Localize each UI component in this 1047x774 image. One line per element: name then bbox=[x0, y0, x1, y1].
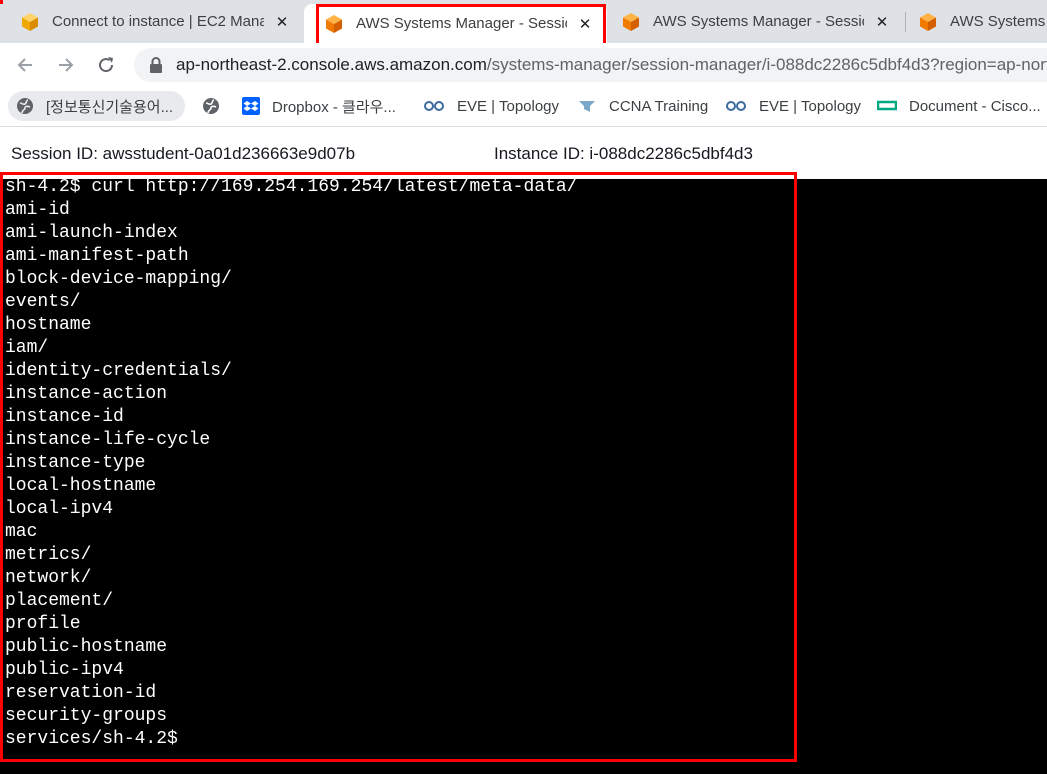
bookmark-ccna-training[interactable]: CCNA Training bbox=[577, 91, 708, 121]
instance-id-label: Instance ID: i-088dc2286c5dbf4d3 bbox=[494, 144, 753, 163]
url-text: ap-northeast-2.console.aws.amazon.com/sy… bbox=[176, 55, 1047, 75]
tab-session-manager-active[interactable]: AWS Systems Manager - Session Manager ✕ bbox=[304, 4, 607, 43]
dropbox-icon bbox=[242, 97, 260, 115]
tab-strip: Connect to instance | EC2 Management Con… bbox=[0, 0, 1047, 46]
terminal-output-line: network/ bbox=[5, 568, 92, 588]
aws-cube-orange-icon bbox=[920, 12, 936, 31]
lock-icon bbox=[150, 57, 162, 73]
tab-systems-manager[interactable]: AWS Systems Manager bbox=[898, 4, 1047, 39]
cisco-icon bbox=[579, 101, 595, 112]
forward-button[interactable] bbox=[53, 52, 79, 78]
bookmarks-bar: [정보통신기술용어... Dropbox - 클라우... EVE | Topo… bbox=[0, 87, 1047, 127]
back-button[interactable] bbox=[12, 52, 38, 78]
arrow-left-icon bbox=[17, 58, 32, 72]
eve-icon bbox=[726, 101, 746, 111]
bookmark-label: Document - Cisco... bbox=[909, 97, 1041, 115]
terminal-output-line: iam/ bbox=[5, 338, 49, 358]
session-info-bar: Session ID: awsstudent-0a01d236663e9d07b… bbox=[0, 128, 1047, 179]
tab-session-manager-2[interactable]: AWS Systems Manager - Session Manager ✕ bbox=[601, 4, 904, 39]
url-host: ap-northeast-2.console.aws.amazon.com bbox=[176, 55, 487, 74]
terminal-output-line: events/ bbox=[5, 292, 81, 312]
terminal-command-line: sh-4.2$ curl http://169.254.169.254/late… bbox=[5, 177, 578, 197]
aws-cube-orange-icon bbox=[623, 12, 639, 31]
tab-title: AWS Systems Manager bbox=[950, 13, 1047, 30]
terminal-output-line: public-ipv4 bbox=[5, 660, 124, 680]
bookmark-cisco-document[interactable]: Document - Cisco... bbox=[877, 91, 1041, 121]
bookmark-eve-topology-1[interactable]: EVE | Topology bbox=[423, 91, 559, 121]
terminal-output-line: ami-id bbox=[5, 200, 70, 220]
terminal-output-line: instance-action bbox=[5, 384, 168, 404]
url-path: /systems-manager/session-manager/i-088dc… bbox=[486, 55, 1047, 74]
tab-ec2-connect[interactable]: Connect to instance | EC2 Management Con… bbox=[0, 4, 304, 39]
terminal-output-line: profile bbox=[5, 614, 81, 634]
browser-toolbar: ap-northeast-2.console.aws.amazon.com/sy… bbox=[0, 43, 1047, 87]
session-id-label: Session ID: awsstudent-0a01d236663e9d07b bbox=[11, 144, 356, 163]
bookmark-globe[interactable] bbox=[202, 91, 232, 121]
arrow-right-icon bbox=[59, 58, 74, 72]
close-tab-icon[interactable]: ✕ bbox=[872, 13, 892, 31]
bookmark-label: Dropbox - 클라우... bbox=[272, 98, 396, 116]
tab-title: Connect to instance | EC2 Management Con… bbox=[52, 13, 264, 30]
terminal-output-line: ami-launch-index bbox=[5, 223, 178, 243]
tab-title: AWS Systems Manager - Session Manager bbox=[653, 13, 864, 30]
bookmark-label: EVE | Topology bbox=[759, 97, 862, 115]
terminal-output-line: placement/ bbox=[5, 591, 114, 611]
close-tab-icon[interactable]: ✕ bbox=[272, 13, 292, 31]
bookmark-label: [정보통신기술용어... bbox=[46, 98, 174, 116]
reload-button[interactable] bbox=[93, 52, 119, 78]
terminal-output: sh-4.2$ curl http://169.254.169.254/late… bbox=[5, 176, 578, 751]
bookmark-dropbox[interactable]: Dropbox - 클라우... bbox=[242, 91, 396, 121]
bookmark-ict-terms[interactable]: [정보통신기술용어... bbox=[8, 91, 186, 121]
terminal-output-line: metrics/ bbox=[5, 545, 92, 565]
hpe-icon bbox=[877, 100, 897, 111]
terminal-output-line: mac bbox=[5, 522, 38, 542]
close-tab-icon[interactable]: ✕ bbox=[575, 15, 595, 33]
terminal-output-line: services/sh-4.2$ bbox=[5, 729, 178, 749]
bookmark-label: CCNA Training bbox=[609, 97, 709, 115]
terminal-output-line: block-device-mapping/ bbox=[5, 269, 232, 289]
aws-cube-yellow-icon bbox=[22, 12, 38, 31]
terminal-output-line: ami-manifest-path bbox=[5, 246, 189, 266]
address-bar[interactable]: ap-northeast-2.console.aws.amazon.com/sy… bbox=[134, 48, 1047, 82]
tab-title: AWS Systems Manager - Session Manager bbox=[356, 15, 567, 32]
bookmark-eve-topology-2[interactable]: EVE | Topology bbox=[725, 91, 861, 121]
terminal-output-line: reservation-id bbox=[5, 683, 157, 703]
terminal-output-line: hostname bbox=[5, 315, 92, 335]
terminal-output-line: instance-id bbox=[5, 407, 124, 427]
terminal-output-line: local-ipv4 bbox=[5, 499, 114, 519]
terminal-output-line: identity-credentials/ bbox=[5, 361, 232, 381]
globe-icon bbox=[203, 98, 219, 114]
eve-icon bbox=[424, 101, 444, 111]
terminal-output-line: local-hostname bbox=[5, 476, 157, 496]
globe-icon bbox=[17, 98, 33, 114]
aws-cube-orange-icon bbox=[326, 14, 342, 33]
terminal-output-line: public-hostname bbox=[5, 637, 168, 657]
terminal-output-line: instance-type bbox=[5, 453, 146, 473]
terminal-console[interactable]: sh-4.2$ curl http://169.254.169.254/late… bbox=[0, 176, 1047, 774]
terminal-output-line: instance-life-cycle bbox=[5, 430, 211, 450]
bookmark-label: EVE | Topology bbox=[457, 97, 560, 115]
terminal-output-line: security-groups bbox=[5, 706, 168, 726]
reload-icon bbox=[99, 57, 114, 73]
